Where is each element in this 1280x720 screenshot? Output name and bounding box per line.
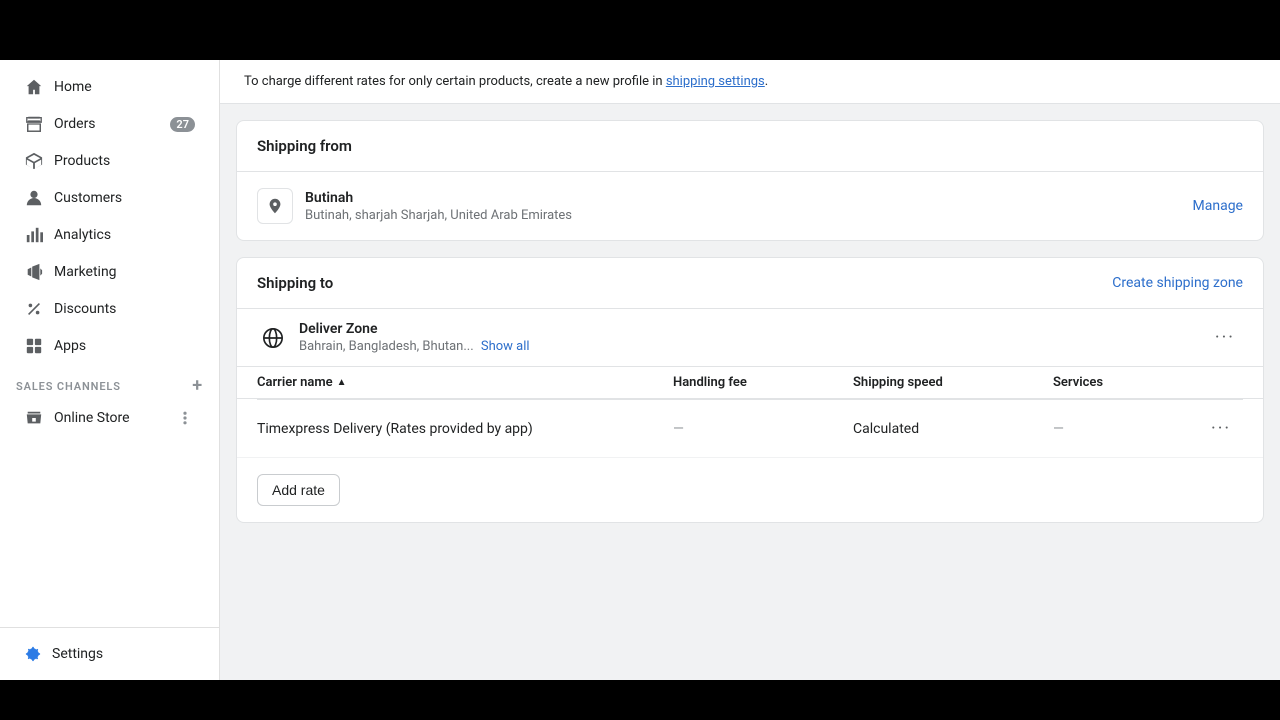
store-icon: [24, 408, 44, 428]
shipping-to-card: Shipping to Create shipping zone Deliver…: [236, 257, 1264, 523]
globe-icon: [257, 322, 289, 354]
sidebar-item-marketing-label: Marketing: [54, 264, 195, 280]
sidebar: Home Orders 27 Products Customers: [0, 60, 220, 680]
location-pin-icon: [257, 188, 293, 224]
sidebar-item-marketing[interactable]: Marketing: [8, 254, 211, 290]
create-shipping-zone-link[interactable]: Create shipping zone: [1112, 275, 1243, 291]
shipping-from-title: Shipping from: [257, 137, 1243, 155]
sidebar-item-apps-label: Apps: [54, 338, 195, 354]
zone-countries-text: Bahrain, Bangladesh, Bhutan...: [299, 339, 474, 354]
shipping-speed-cell: Calculated: [853, 421, 1053, 437]
sidebar-item-products-label: Products: [54, 153, 195, 169]
sidebar-item-analytics[interactable]: Analytics: [8, 217, 211, 253]
sidebar-item-online-store-label: Online Store: [54, 410, 165, 426]
show-all-link[interactable]: Show all: [481, 339, 530, 354]
handling-fee-cell: —: [673, 421, 853, 437]
sort-arrow-icon: ▲: [337, 377, 347, 388]
sidebar-item-apps[interactable]: Apps: [8, 328, 211, 364]
actions-header: [1203, 375, 1243, 390]
top-bar: [0, 0, 1280, 60]
sidebar-footer: Settings: [0, 627, 219, 680]
sidebar-nav: Home Orders 27 Products Customers: [0, 60, 219, 627]
services-header: Services: [1053, 375, 1203, 390]
zone-countries: Bahrain, Bangladesh, Bhutan... Show all: [299, 339, 1207, 354]
analytics-icon: [24, 225, 44, 245]
sidebar-item-discounts-label: Discounts: [54, 301, 195, 317]
location-name: Butinah: [305, 190, 1193, 206]
sidebar-item-customers-label: Customers: [54, 190, 195, 206]
settings-icon: [24, 645, 42, 663]
sidebar-item-orders-label: Orders: [54, 116, 160, 132]
shipping-settings-link[interactable]: shipping settings: [666, 74, 765, 89]
shipping-from-header: Shipping from: [237, 121, 1263, 172]
sidebar-item-home[interactable]: Home: [8, 69, 211, 105]
sales-channels-header: SALES CHANNELS +: [0, 365, 219, 399]
app-wrapper: Home Orders 27 Products Customers: [0, 60, 1280, 680]
info-banner: To charge different rates for only certa…: [220, 60, 1280, 104]
handling-fee-header: Handling fee: [673, 375, 853, 390]
discounts-icon: [24, 299, 44, 319]
location-row: Butinah Butinah, sharjah Sharjah, United…: [237, 172, 1263, 240]
settings-item[interactable]: Settings: [8, 637, 211, 671]
zone-info: Deliver Zone Bahrain, Bangladesh, Bhutan…: [299, 321, 1207, 354]
location-address: Butinah, sharjah Sharjah, United Arab Em…: [305, 208, 1193, 223]
sales-channels-label: SALES CHANNELS: [16, 380, 121, 393]
products-icon: [24, 151, 44, 171]
orders-badge: 27: [170, 117, 195, 132]
add-rate-section: Add rate: [237, 458, 1263, 522]
bottom-bar: [0, 680, 1280, 720]
shipping-to-header: Shipping to Create shipping zone: [237, 258, 1263, 309]
online-store-settings-icon[interactable]: [175, 408, 195, 428]
apps-icon: [24, 336, 44, 356]
add-sales-channel-button[interactable]: +: [192, 377, 203, 395]
main-content: To charge different rates for only certa…: [220, 60, 1280, 680]
settings-label: Settings: [52, 646, 103, 662]
zone-more-options-button[interactable]: ···: [1207, 323, 1243, 352]
info-banner-text: To charge different rates for only certa…: [244, 74, 663, 89]
add-rate-button[interactable]: Add rate: [257, 474, 340, 506]
sidebar-item-orders[interactable]: Orders 27: [8, 106, 211, 142]
carrier-more-options-button[interactable]: ···: [1203, 414, 1243, 443]
deliver-zone-row: Deliver Zone Bahrain, Bangladesh, Bhutan…: [237, 309, 1263, 367]
carrier-name-header[interactable]: Carrier name ▲: [257, 375, 673, 390]
shipping-from-card: Shipping from Butinah Butinah, sharjah S…: [236, 120, 1264, 241]
sidebar-item-customers[interactable]: Customers: [8, 180, 211, 216]
manage-link[interactable]: Manage: [1193, 198, 1243, 214]
info-banner-suffix: .: [765, 74, 768, 89]
home-icon: [24, 77, 44, 97]
sidebar-item-analytics-label: Analytics: [54, 227, 195, 243]
table-header: Carrier name ▲ Handling fee Shipping spe…: [237, 367, 1263, 399]
shipping-to-title: Shipping to: [257, 274, 333, 292]
sidebar-item-home-label: Home: [54, 79, 195, 95]
zone-name: Deliver Zone: [299, 321, 1207, 337]
orders-icon: [24, 114, 44, 134]
location-info: Butinah Butinah, sharjah Sharjah, United…: [305, 190, 1193, 223]
carrier-name-cell: Timexpress Delivery (Rates provided by a…: [257, 421, 673, 437]
sidebar-item-discounts[interactable]: Discounts: [8, 291, 211, 327]
sidebar-item-products[interactable]: Products: [8, 143, 211, 179]
table-row: Timexpress Delivery (Rates provided by a…: [237, 400, 1263, 458]
customers-icon: [24, 188, 44, 208]
services-cell: —: [1053, 421, 1203, 437]
marketing-icon: [24, 262, 44, 282]
sidebar-item-online-store[interactable]: Online Store: [8, 400, 211, 436]
shipping-speed-header: Shipping speed: [853, 375, 1053, 390]
